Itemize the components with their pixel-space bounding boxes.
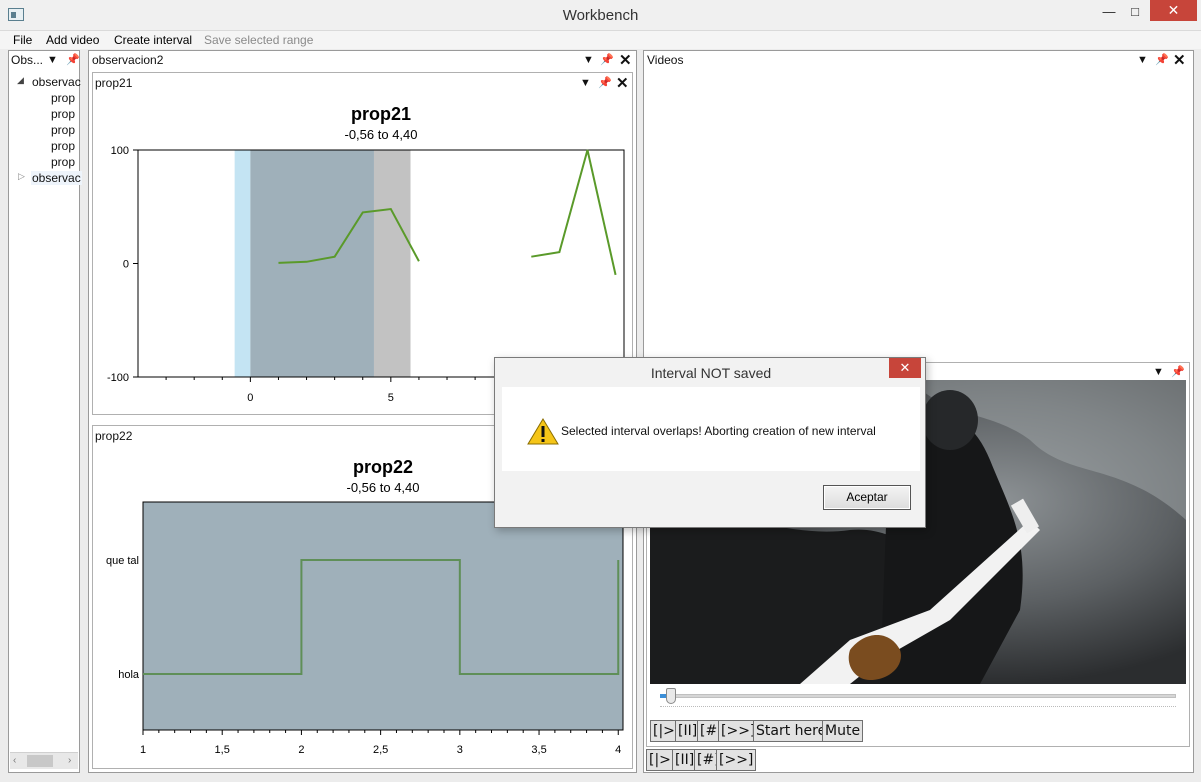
video-slider-thumb[interactable] bbox=[666, 688, 676, 704]
x-tick-label: 1,5 bbox=[215, 744, 230, 756]
y-tick-label: -100 bbox=[107, 372, 129, 384]
close-icon[interactable]: ✕ bbox=[1173, 51, 1186, 69]
y-category-label: hola bbox=[118, 669, 140, 681]
window-title: Workbench bbox=[562, 7, 639, 24]
series-line-1 bbox=[531, 149, 617, 276]
panel-dropdown-icon[interactable]: ▼ bbox=[580, 77, 591, 89]
start-here-button[interactable]: Start here bbox=[753, 720, 830, 742]
chart-panel-title: prop22 bbox=[95, 429, 133, 443]
close-icon[interactable]: ✕ bbox=[619, 51, 632, 69]
videos-panel-title: Videos bbox=[647, 53, 684, 67]
pin-icon[interactable]: 📌 bbox=[1155, 53, 1169, 66]
pin-icon[interactable]: 📌 bbox=[600, 53, 614, 66]
y-tick-label: 100 bbox=[111, 145, 129, 157]
tree-item-prop[interactable]: prop bbox=[51, 139, 75, 153]
prop22-step-chart[interactable]: que tal hola 1 1,5 2 2,5 3 3,5 4 bbox=[92, 495, 633, 765]
interval-not-saved-dialog: Interval NOT saved ✕ Selected interval o… bbox=[494, 357, 926, 528]
tree-expanded-icon[interactable]: ◢ bbox=[17, 75, 24, 86]
chart-title: prop21 bbox=[350, 104, 411, 124]
x-tick-label: 3,5 bbox=[531, 744, 546, 756]
panel-dropdown-icon[interactable]: ▼ bbox=[583, 54, 594, 66]
x-tick-label: 5 bbox=[388, 392, 394, 404]
x-tick-label: 4 bbox=[615, 744, 621, 756]
horizontal-scrollbar[interactable]: ‹ › bbox=[10, 752, 78, 769]
pin-icon[interactable]: 📌 bbox=[598, 76, 612, 89]
close-icon[interactable]: ✕ bbox=[616, 74, 629, 92]
x-tick-label: 0 bbox=[247, 392, 253, 404]
x-tick-label: 1 bbox=[140, 744, 146, 756]
menu-file[interactable]: File bbox=[13, 33, 32, 47]
selection-region-1 bbox=[250, 150, 374, 377]
pin-icon[interactable]: 📌 bbox=[66, 53, 80, 66]
slider-ticks bbox=[660, 706, 1176, 710]
minimize-icon[interactable]: — bbox=[1096, 2, 1122, 22]
selection-region-0 bbox=[234, 150, 251, 377]
accept-button[interactable]: Aceptar bbox=[823, 485, 911, 510]
tree-item-observation-selected[interactable]: observac bbox=[31, 171, 82, 185]
scroll-right-icon[interactable]: › bbox=[68, 755, 71, 766]
close-window-button[interactable]: ✕ bbox=[1150, 0, 1197, 21]
maximize-icon[interactable]: □ bbox=[1122, 2, 1148, 22]
scroll-left-icon[interactable]: ‹ bbox=[13, 755, 16, 766]
panel-dropdown-icon[interactable]: ▼ bbox=[1137, 54, 1148, 66]
tree-item-prop[interactable]: prop bbox=[51, 91, 75, 105]
chart-panel-title: prop21 bbox=[95, 76, 133, 90]
scrollbar-thumb[interactable] bbox=[27, 755, 53, 767]
menu-create-interval[interactable]: Create interval bbox=[114, 33, 192, 47]
tree-item-prop[interactable]: prop bbox=[51, 123, 75, 137]
tree-item-observation[interactable]: observac bbox=[32, 75, 81, 89]
warning-icon bbox=[527, 418, 559, 445]
y-tick-label: 0 bbox=[123, 259, 129, 271]
document-panel-title: observacion2 bbox=[92, 53, 164, 67]
plot-area bbox=[142, 501, 624, 731]
dialog-close-button[interactable]: ✕ bbox=[889, 358, 921, 378]
pin-icon[interactable]: 📌 bbox=[1171, 365, 1185, 378]
tree-collapsed-icon[interactable]: ▷ bbox=[18, 171, 25, 182]
x-tick-label: 2,5 bbox=[373, 744, 388, 756]
menu-save-selected-range: Save selected range bbox=[204, 33, 314, 47]
video-progress-track[interactable] bbox=[660, 694, 1176, 698]
dialog-title: Interval NOT saved bbox=[650, 365, 772, 381]
mute-button[interactable]: Mute bbox=[822, 720, 864, 742]
forward-all-button[interactable]: [>>] bbox=[716, 749, 757, 771]
dialog-message: Selected interval overlaps! Aborting cre… bbox=[561, 424, 876, 438]
tree-item-prop[interactable]: prop bbox=[51, 107, 75, 121]
x-tick-label: 3 bbox=[457, 744, 463, 756]
x-tick-label: 2 bbox=[298, 744, 304, 756]
panel-dropdown-icon[interactable]: ▼ bbox=[47, 54, 58, 66]
y-category-label: que tal bbox=[106, 555, 139, 567]
panel-dropdown-icon[interactable]: ▼ bbox=[1153, 366, 1164, 378]
tree-item-prop[interactable]: prop bbox=[51, 155, 75, 169]
observations-panel-title: Obs... bbox=[11, 53, 44, 67]
selection-region-2 bbox=[373, 150, 411, 377]
menu-add-video[interactable]: Add video bbox=[46, 33, 99, 47]
